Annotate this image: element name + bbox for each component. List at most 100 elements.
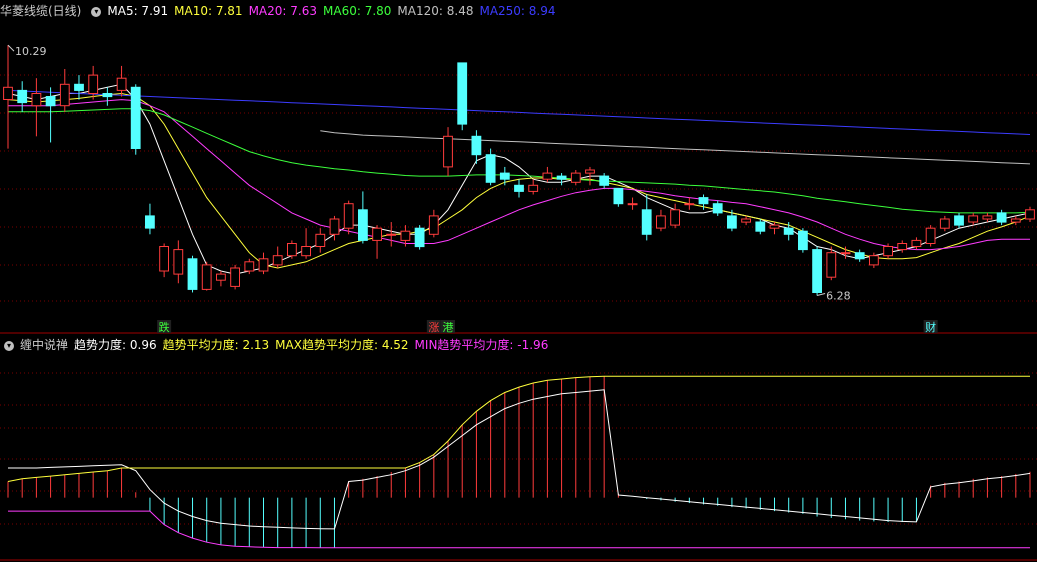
ma-label-1: MA10: 7.81 xyxy=(174,4,243,18)
candle-body-51 xyxy=(727,215,737,229)
candle-body-35 xyxy=(499,172,510,180)
candle-body-5 xyxy=(74,83,84,91)
event-marker-1: 涨 xyxy=(428,321,439,334)
low-price-label: 6.28 xyxy=(826,290,851,303)
candle-body-4 xyxy=(59,83,70,107)
settings-icon[interactable]: ▾ xyxy=(4,340,14,351)
candle-body-65 xyxy=(925,227,936,244)
indicator-value-3: MIN趋势平均力度: -1.96 xyxy=(414,338,549,352)
candle-body-46 xyxy=(656,215,666,229)
candle-body-3 xyxy=(45,96,56,107)
candle-body-33 xyxy=(471,135,482,156)
candle-body-2 xyxy=(31,93,42,107)
candle-body-26 xyxy=(372,227,383,241)
candle-body-16 xyxy=(230,267,240,287)
candle-body-58 xyxy=(826,252,837,278)
low-pointer xyxy=(816,293,826,296)
indicator-value-2: MAX趋势平均力度: 4.52 xyxy=(275,338,409,352)
candle-body-38 xyxy=(542,172,553,180)
candle-body-8 xyxy=(116,77,127,91)
candle-body-10 xyxy=(145,215,155,229)
indicator-title: 缠中说禅 xyxy=(20,338,69,352)
candle-body-45 xyxy=(641,209,652,235)
ma-label-0: MA5: 7.91 xyxy=(107,4,169,18)
candle-body-44 xyxy=(627,203,638,206)
candle-body-40 xyxy=(570,172,581,183)
stock-title: 华菱线缆(日线) xyxy=(0,4,82,18)
candle-body-21 xyxy=(301,246,312,257)
candle-body-22 xyxy=(315,233,326,248)
candle-body-36 xyxy=(514,184,524,192)
candle-body-61 xyxy=(869,255,879,266)
candle-body-20 xyxy=(287,243,297,257)
ma-label-2: MA20: 7.63 xyxy=(248,4,317,18)
candle-body-41 xyxy=(585,169,595,174)
candle-body-71 xyxy=(1010,218,1021,223)
event-marker-0: 跌 xyxy=(159,320,170,334)
candle-body-62 xyxy=(883,246,894,257)
event-marker-2: 港 xyxy=(443,321,454,334)
candle-body-60 xyxy=(854,252,865,260)
candle-body-70 xyxy=(996,212,1007,223)
event-marker-3: 财 xyxy=(925,320,936,334)
candle-body-23 xyxy=(329,218,340,235)
candle-body-6 xyxy=(88,74,99,94)
candle-body-43 xyxy=(613,187,624,205)
candle-body-39 xyxy=(556,175,567,180)
ma-label-3: MA60: 7.80 xyxy=(323,4,392,18)
candle-body-59 xyxy=(840,252,851,255)
candle-body-1 xyxy=(17,89,28,104)
candle-body-15 xyxy=(216,273,226,281)
candle-body-17 xyxy=(244,261,255,272)
price-header: 华菱线缆(日线) ▾ MA5: 7.91 MA10: 7.81 MA20: 7.63 MA… xyxy=(0,2,568,20)
candle-body-52 xyxy=(741,218,752,223)
ma-line-ma120 xyxy=(320,130,1031,165)
candle-body-31 xyxy=(443,135,453,168)
candle-body-11 xyxy=(159,246,169,272)
indicator-value-0: 趋势力度: 0.96 xyxy=(74,338,157,352)
candle-body-7 xyxy=(102,93,113,98)
candle-body-68 xyxy=(968,215,979,223)
candle-body-54 xyxy=(769,224,780,229)
candle-body-48 xyxy=(684,203,695,206)
candle-body-72 xyxy=(1025,209,1035,220)
candle-body-12 xyxy=(173,249,184,275)
candle-body-50 xyxy=(712,203,723,214)
ma-label-4: MA120: 8.48 xyxy=(397,4,474,18)
candle-body-30 xyxy=(428,215,439,235)
candle-body-24 xyxy=(343,203,354,229)
candle-body-69 xyxy=(982,215,993,220)
ma-line-ma250 xyxy=(7,89,1031,135)
ma-label-5: MA250: 8.94 xyxy=(479,4,556,18)
candle-body-63 xyxy=(897,243,908,251)
high-price-label: 10.29 xyxy=(15,45,47,58)
candle-body-53 xyxy=(755,221,766,232)
settings-icon[interactable]: ▾ xyxy=(91,6,102,17)
chart-canvas: 10.29 6.28 跌 涨港 财 xyxy=(0,44,1037,561)
min-trend-line xyxy=(8,510,1030,549)
candle-body-13 xyxy=(187,258,198,290)
indicator-value-1: 趋势平均力度: 2.13 xyxy=(162,338,270,352)
candle-body-29 xyxy=(414,227,425,248)
candle-body-64 xyxy=(911,239,922,247)
candle-body-28 xyxy=(400,230,411,241)
candle-body-27 xyxy=(386,233,397,236)
candle-body-47 xyxy=(670,209,681,226)
high-pointer xyxy=(7,44,15,52)
candle-body-14 xyxy=(201,264,212,290)
candle-body-19 xyxy=(272,255,283,266)
candle-body-66 xyxy=(939,218,950,229)
candle-body-55 xyxy=(783,227,794,235)
candle-body-57 xyxy=(812,249,823,294)
candle-body-42 xyxy=(599,175,610,186)
candle-body-18 xyxy=(258,258,269,272)
candle-body-67 xyxy=(954,215,964,226)
candle-body-37 xyxy=(528,184,539,192)
candle-body-0 xyxy=(3,86,13,101)
indicator-header: ▾ 缠中说禅 趋势力度: 0.96 趋势平均力度: 2.13 MAX趋势平均力度: 4.… xyxy=(0,336,560,354)
candle-body-56 xyxy=(798,230,808,251)
candle-body-32 xyxy=(457,62,468,125)
candle-body-9 xyxy=(130,86,141,150)
candle-body-34 xyxy=(485,154,496,183)
candle-body-49 xyxy=(698,197,709,205)
